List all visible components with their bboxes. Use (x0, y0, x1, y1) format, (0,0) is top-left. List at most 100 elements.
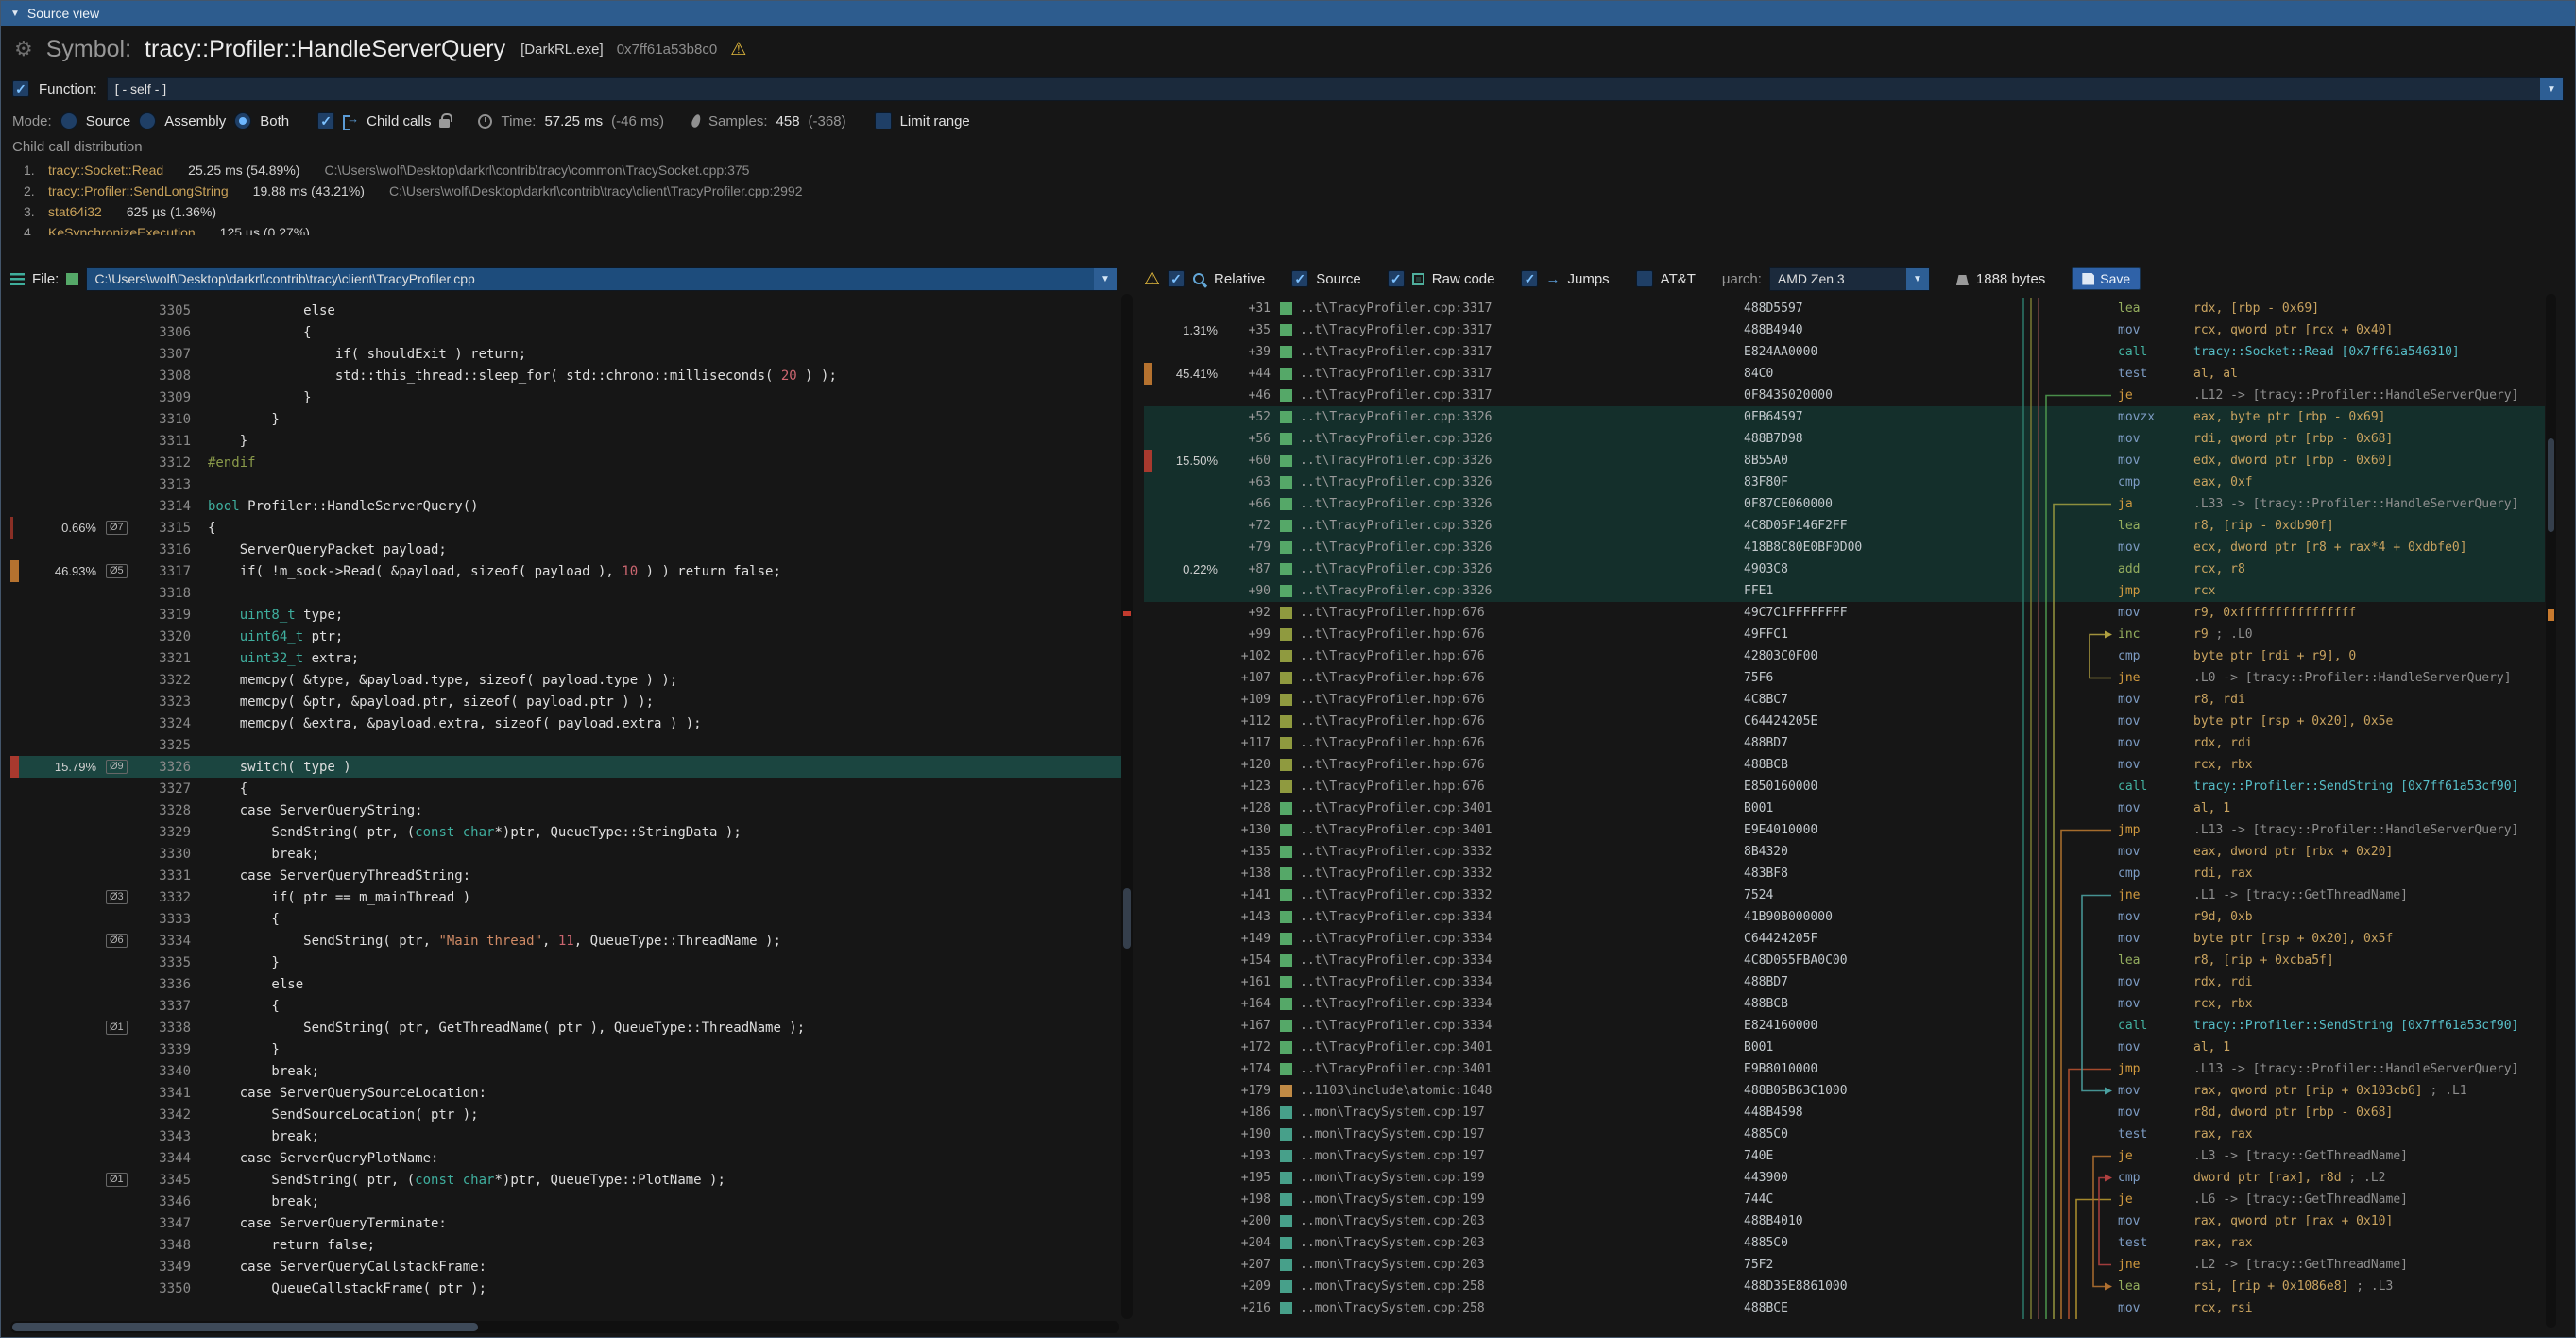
source-line-3315[interactable]: 0.66%Ø73315{ (10, 517, 1133, 539)
source-line-3340[interactable]: 3340 break; (10, 1060, 1133, 1082)
scrollbar-thumb[interactable] (12, 1323, 478, 1331)
child-call-row[interactable]: 2. tracy::Profiler::SendLongString 19.88… (12, 180, 2575, 201)
source-location[interactable]: ..t\TracyProfiler.cpp:3317 (1300, 323, 1744, 337)
relative-checkbox[interactable]: ✓ (1168, 270, 1185, 287)
function-checkbox[interactable]: ✓ (12, 80, 29, 97)
source-line-3306[interactable]: 3306 { (10, 321, 1133, 343)
source-line-3342[interactable]: 3342 SendSourceLocation( ptr ); (10, 1104, 1133, 1125)
asm-row-+128[interactable]: +128..t\TracyProfiler.cpp:3401B001moval,… (1144, 798, 2545, 819)
source-line-3325[interactable]: 3325 (10, 734, 1133, 756)
source-line-3336[interactable]: 3336 else (10, 973, 1133, 995)
source-location[interactable]: ..mon\TracySystem.cpp:203 (1300, 1258, 1744, 1272)
source-location[interactable]: ..t\TracyProfiler.hpp:676 (1300, 714, 1744, 729)
source-location[interactable]: ..1103\include\atomic:1048 (1300, 1084, 1744, 1098)
scrollbar-thumb[interactable] (2548, 438, 2554, 531)
source-location[interactable]: ..t\TracyProfiler.cpp:3334 (1300, 1019, 1744, 1033)
source-location[interactable]: ..mon\TracySystem.cpp:197 (1300, 1127, 1744, 1141)
asm-row-+141[interactable]: +141..t\TracyProfiler.cpp:33327524jne.L1… (1144, 884, 2545, 906)
source-line-3332[interactable]: Ø33332 if( ptr == m_mainThread ) (10, 886, 1133, 908)
source-location[interactable]: ..t\TracyProfiler.cpp:3401 (1300, 1062, 1744, 1076)
asm-row-+120[interactable]: +120..t\TracyProfiler.hpp:676488BCBmovrc… (1144, 754, 2545, 776)
asm-row-+72[interactable]: +72..t\TracyProfiler.cpp:33264C8D05F146F… (1144, 515, 2545, 537)
source-location[interactable]: ..mon\TracySystem.cpp:203 (1300, 1214, 1744, 1228)
source-line-3317[interactable]: 46.93%Ø53317 if( !m_sock->Read( &payload… (10, 560, 1133, 582)
source-line-3318[interactable]: 3318 (10, 582, 1133, 604)
source-location[interactable]: ..t\TracyProfiler.cpp:3317 (1300, 367, 1744, 381)
asm-row-+107[interactable]: +107..t\TracyProfiler.hpp:67675F6jne.L0 … (1144, 667, 2545, 689)
source-location[interactable]: ..t\TracyProfiler.cpp:3332 (1300, 845, 1744, 859)
function-combo[interactable]: [ - self - ] ▼ (107, 77, 2564, 101)
source-location[interactable]: ..mon\TracySystem.cpp:199 (1300, 1171, 1744, 1185)
asm-row-+109[interactable]: +109..t\TracyProfiler.hpp:6764C8BC7movr8… (1144, 689, 2545, 711)
asm-row-+135[interactable]: +135..t\TracyProfiler.cpp:33328B4320move… (1144, 841, 2545, 863)
asm-row-+39[interactable]: +39..t\TracyProfiler.cpp:3317E824AA0000c… (1144, 341, 2545, 363)
source-location[interactable]: ..t\TracyProfiler.hpp:676 (1300, 780, 1744, 794)
source-location[interactable]: ..t\TracyProfiler.cpp:3401 (1300, 1040, 1744, 1055)
scrollbar-thumb[interactable] (1123, 888, 1131, 949)
source-line-3319[interactable]: 3319 uint8_t type; (10, 604, 1133, 626)
source-line-3347[interactable]: 3347 case ServerQueryTerminate: (10, 1212, 1133, 1234)
source-line-3348[interactable]: 3348 return false; (10, 1234, 1133, 1256)
uarch-combo[interactable]: AMD Zen 3 ▼ (1769, 267, 1930, 291)
source-line-3338[interactable]: Ø13338 SendString( ptr, GetThreadName( p… (10, 1017, 1133, 1038)
limit-range-checkbox[interactable]: ✓ (875, 112, 892, 129)
asm-row-+193[interactable]: +193..mon\TracySystem.cpp:197740Eje.L3 -… (1144, 1145, 2545, 1167)
att-checkbox[interactable]: ✓ (1636, 270, 1653, 287)
asm-row-+44[interactable]: 45.41%+44..t\TracyProfiler.cpp:331784C0t… (1144, 363, 2545, 385)
source-location[interactable]: ..t\TracyProfiler.cpp:3334 (1300, 953, 1744, 968)
source-location[interactable]: ..t\TracyProfiler.cpp:3334 (1300, 975, 1744, 989)
source-line-3307[interactable]: 3307 if( shouldExit ) return; (10, 343, 1133, 365)
source-location[interactable]: ..t\TracyProfiler.cpp:3326 (1300, 454, 1744, 468)
asm-row-+143[interactable]: +143..t\TracyProfiler.cpp:333441B90B0000… (1144, 906, 2545, 928)
asm-row-+167[interactable]: +167..t\TracyProfiler.cpp:3334E824160000… (1144, 1015, 2545, 1037)
source-location[interactable]: ..mon\TracySystem.cpp:199 (1300, 1192, 1744, 1207)
asm-row-+46[interactable]: +46..t\TracyProfiler.cpp:33170F843502000… (1144, 385, 2545, 406)
source-location[interactable]: ..mon\TracySystem.cpp:203 (1300, 1236, 1744, 1250)
source-location[interactable]: ..t\TracyProfiler.hpp:676 (1300, 606, 1744, 620)
asm-row-+172[interactable]: +172..t\TracyProfiler.cpp:3401B001moval,… (1144, 1037, 2545, 1058)
radio-both[interactable] (234, 112, 251, 129)
asm-row-+216[interactable]: +216..mon\TracySystem.cpp:258488BCEmovrc… (1144, 1297, 2545, 1319)
source-location[interactable]: ..t\TracyProfiler.hpp:676 (1300, 627, 1744, 642)
child-call-name[interactable]: stat64i32 (48, 204, 102, 219)
source-line-3344[interactable]: 3344 case ServerQueryPlotName: (10, 1147, 1133, 1169)
source-location[interactable]: ..t\TracyProfiler.cpp:3326 (1300, 497, 1744, 511)
source-line-3316[interactable]: 3316 ServerQueryPacket payload; (10, 539, 1133, 560)
source-line-3312[interactable]: 3312#endif (10, 452, 1133, 473)
source-location[interactable]: ..t\TracyProfiler.cpp:3326 (1300, 584, 1744, 598)
asm-row-+195[interactable]: +195..mon\TracySystem.cpp:199443900cmpdw… (1144, 1167, 2545, 1189)
source-location[interactable]: ..t\TracyProfiler.cpp:3326 (1300, 519, 1744, 533)
collapse-icon[interactable]: ▼ (10, 9, 20, 19)
source-line-3328[interactable]: 3328 case ServerQueryString: (10, 799, 1133, 821)
source-line-3341[interactable]: 3341 case ServerQuerySourceLocation: (10, 1082, 1133, 1104)
source-location[interactable]: ..t\TracyProfiler.hpp:676 (1300, 758, 1744, 772)
source-location[interactable]: ..t\TracyProfiler.cpp:3334 (1300, 932, 1744, 946)
child-call-name[interactable]: tracy::Profiler::SendLongString (48, 183, 229, 198)
source-line-3339[interactable]: 3339 } (10, 1038, 1133, 1060)
child-call-row[interactable]: 4. KeSynchronizeExecution 125 µs (0.27%) (12, 222, 2575, 235)
source-line-3323[interactable]: 3323 memcpy( &ptr, &payload.ptr, sizeof(… (10, 691, 1133, 712)
asm-row-+198[interactable]: +198..mon\TracySystem.cpp:199744Cje.L6 -… (1144, 1189, 2545, 1210)
source-location[interactable]: ..t\TracyProfiler.cpp:3332 (1300, 866, 1744, 881)
asm-row-+35[interactable]: 1.31%+35..t\TracyProfiler.cpp:3317488B49… (1144, 319, 2545, 341)
raw-code-checkbox[interactable]: ✓ (1388, 270, 1405, 287)
source-location[interactable]: ..t\TracyProfiler.hpp:676 (1300, 736, 1744, 750)
source-line-3308[interactable]: 3308 std::this_thread::sleep_for( std::c… (10, 365, 1133, 386)
asm-row-+164[interactable]: +164..t\TracyProfiler.cpp:3334488BCBmovr… (1144, 993, 2545, 1015)
asm-row-+209[interactable]: +209..mon\TracySystem.cpp:258488D35E8861… (1144, 1276, 2545, 1297)
asm-row-+190[interactable]: +190..mon\TracySystem.cpp:1974885C0testr… (1144, 1124, 2545, 1145)
source-line-3345[interactable]: Ø13345 SendString( ptr, (const char*)ptr… (10, 1169, 1133, 1191)
source-line-3322[interactable]: 3322 memcpy( &type, &payload.type, sizeo… (10, 669, 1133, 691)
source-line-3330[interactable]: 3330 break; (10, 843, 1133, 865)
asm-row-+99[interactable]: +99..t\TracyProfiler.hpp:67649FFC1incr9 … (1144, 624, 2545, 645)
asm-row-+31[interactable]: +31..t\TracyProfiler.cpp:3317488D5597lea… (1144, 298, 2545, 319)
asm-row-+112[interactable]: +112..t\TracyProfiler.hpp:676C64424205Em… (1144, 711, 2545, 732)
source-line-3310[interactable]: 3310 } (10, 408, 1133, 430)
child-call-name[interactable]: tracy::Socket::Read (48, 163, 163, 178)
asm-row-+87[interactable]: 0.22%+87..t\TracyProfiler.cpp:33264903C8… (1144, 558, 2545, 580)
source-line-3349[interactable]: 3349 case ServerQueryCallstackFrame: (10, 1256, 1133, 1278)
lock-icon[interactable] (439, 119, 450, 128)
source-location[interactable]: ..mon\TracySystem.cpp:197 (1300, 1106, 1744, 1120)
source-location[interactable]: ..t\TracyProfiler.cpp:3334 (1300, 910, 1744, 924)
source-line-3337[interactable]: 3337 { (10, 995, 1133, 1017)
